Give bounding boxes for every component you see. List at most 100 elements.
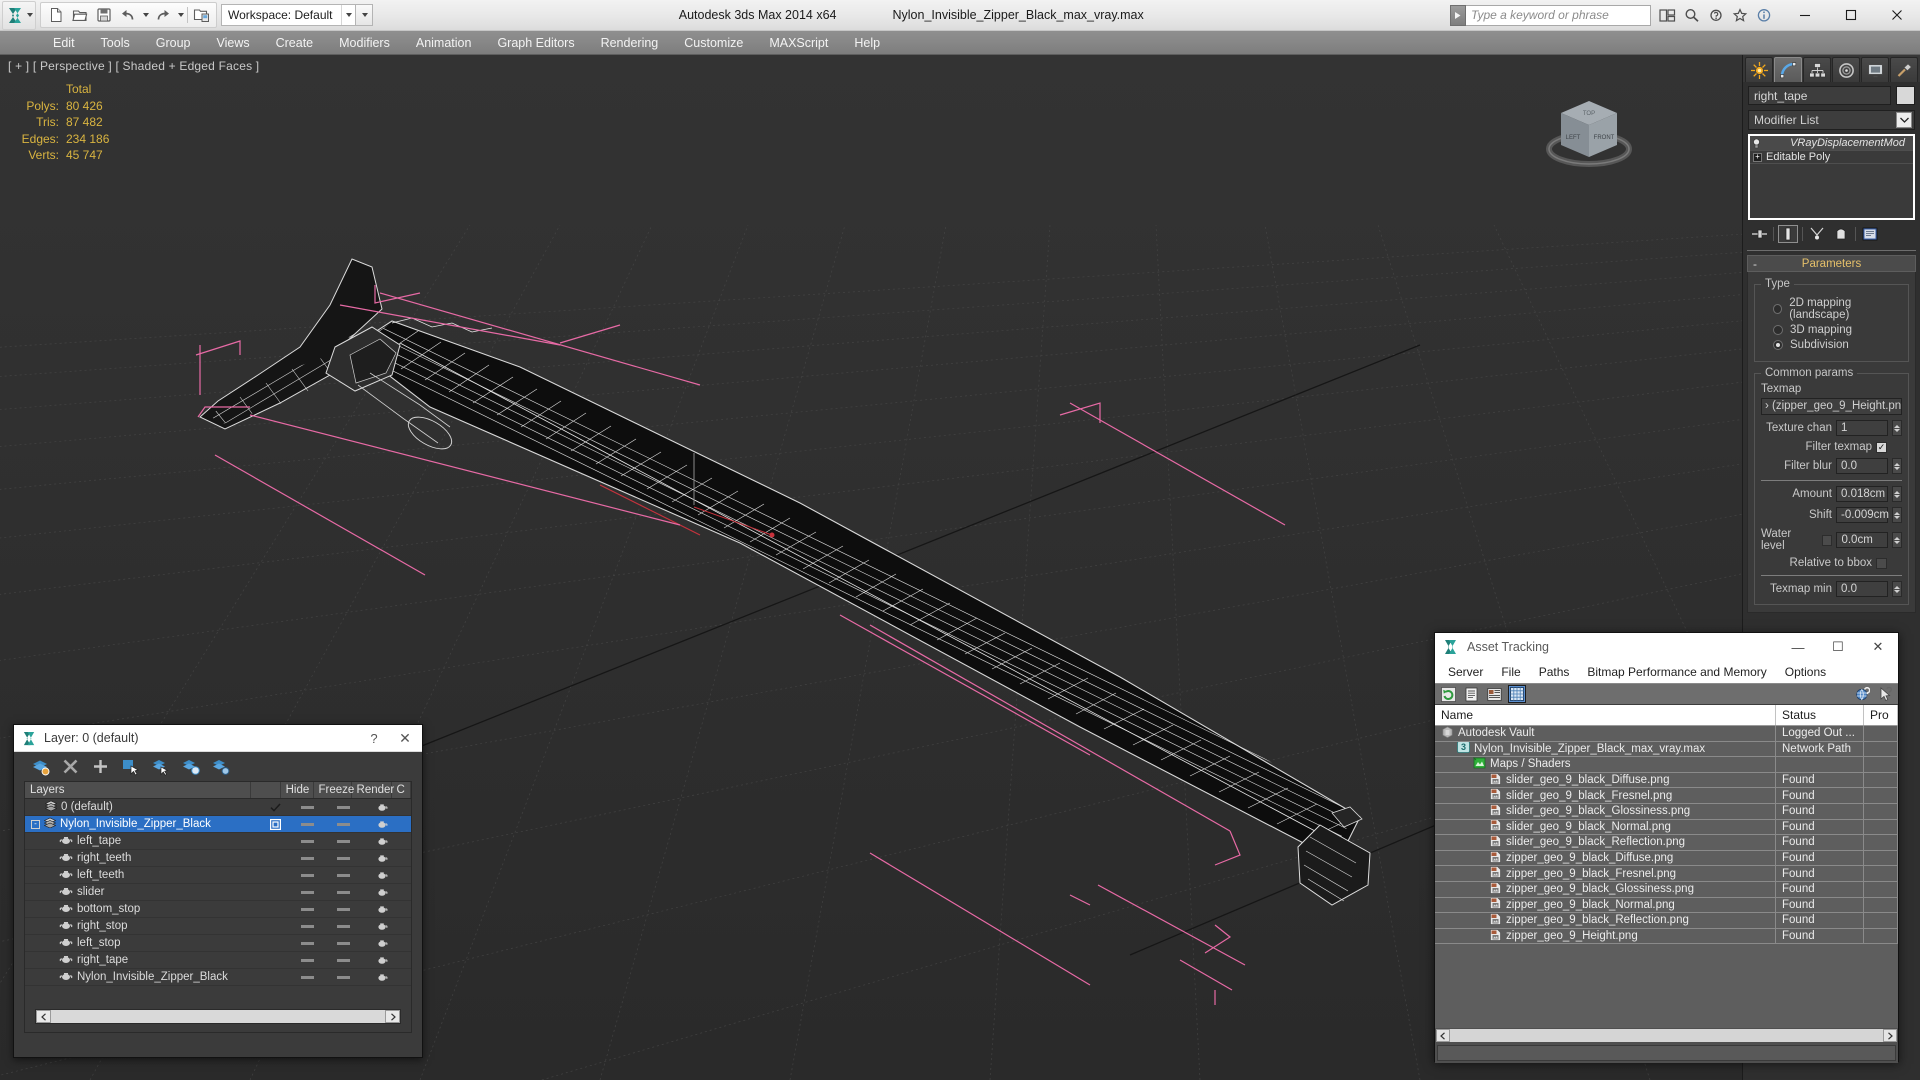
redo-dropdown-icon[interactable] [175, 4, 185, 26]
layer-dialog[interactable]: Layer: 0 (default) ? ✕ Layers Hide Freez… [13, 724, 423, 1058]
layer-render-toggle[interactable] [362, 972, 402, 982]
asset-name-cell[interactable]: zipper_geo_9_black_Fresnel.png [1435, 866, 1776, 881]
redo-icon[interactable] [151, 4, 174, 26]
motion-tab[interactable] [1832, 57, 1860, 82]
close-button[interactable] [1874, 0, 1920, 31]
save-file-icon[interactable] [92, 4, 115, 26]
layer-hide-toggle[interactable] [290, 805, 324, 809]
field-value[interactable]: 0.0 [1836, 458, 1888, 474]
hierarchy-tab[interactable] [1803, 57, 1831, 82]
radio-icon-selected[interactable] [1773, 340, 1783, 350]
list-view-icon[interactable] [1462, 685, 1480, 703]
layer-hide-toggle[interactable] [290, 890, 324, 894]
layer-name-cell[interactable]: left_tape [25, 835, 260, 848]
layer-name-cell[interactable]: right_teeth [25, 852, 260, 865]
layer-render-toggle[interactable] [362, 887, 402, 897]
asset-name-cell[interactable]: slider_geo_9_black_Diffuse.png [1435, 772, 1776, 788]
layer-hide-toggle[interactable] [290, 856, 324, 860]
show-end-result-icon[interactable] [1778, 225, 1798, 243]
asset-row[interactable]: zipper_geo_9_black_Glossiness.png Found [1435, 881, 1898, 898]
layer-hide-toggle[interactable] [290, 941, 324, 945]
plus-expand-icon[interactable]: + [1753, 152, 1762, 162]
scrollbar-track[interactable] [51, 1010, 385, 1023]
scroll-left-icon[interactable] [36, 1010, 51, 1023]
remove-modifier-icon[interactable] [1831, 225, 1851, 243]
scroll-left-icon[interactable] [1436, 1029, 1450, 1042]
workspace-selector[interactable]: Workspace: Default [221, 4, 356, 26]
layer-name-cell[interactable]: 0 (default) [25, 800, 260, 814]
layer-render-toggle[interactable] [362, 853, 402, 863]
column-hide[interactable]: Hide [281, 782, 314, 798]
layer-freeze-toggle[interactable] [324, 924, 362, 928]
layer-freeze-toggle[interactable] [324, 975, 362, 979]
undo-icon[interactable] [116, 4, 139, 26]
minimize-button[interactable] [1782, 0, 1828, 31]
layer-freeze-toggle[interactable] [324, 958, 362, 962]
menu-item-maxscript[interactable]: MAXScript [756, 33, 841, 53]
layer-row[interactable]: left_tape [25, 833, 411, 850]
layer-name-cell[interactable]: Nylon_Invisible_Zipper_Black [25, 971, 260, 984]
menu-item-views[interactable]: Views [203, 33, 262, 53]
layer-name-cell[interactable]: right_stop [25, 920, 260, 933]
checkbox-checked-icon[interactable]: ✓ [1876, 441, 1887, 453]
layer-row[interactable]: Nylon_Invisible_Zipper_Black [25, 969, 411, 986]
asset-row[interactable]: slider_geo_9_black_Diffuse.png Found [1435, 772, 1898, 789]
asset-name-cell[interactable]: zipper_geo_9_black_Reflection.png [1435, 913, 1776, 928]
menu-item-modifiers[interactable]: Modifiers [326, 33, 403, 53]
asset-name-cell[interactable]: Maps / Shaders [1435, 757, 1776, 772]
asset-row[interactable]: Maps / Shaders [1435, 757, 1898, 773]
scrollbar-track[interactable] [1450, 1029, 1883, 1042]
radio-3d-mapping[interactable]: 3D mapping [1773, 324, 1902, 336]
layer-name-cell[interactable]: left_stop [25, 937, 260, 950]
layer-render-toggle[interactable] [362, 904, 402, 914]
parameters-rollout-header[interactable]: - Parameters [1747, 255, 1916, 272]
layer-freeze-toggle[interactable] [324, 873, 362, 877]
info-icon[interactable] [1753, 5, 1774, 26]
help-circle-icon[interactable] [1705, 5, 1726, 26]
column-render[interactable]: Render [352, 782, 394, 798]
layer-row[interactable]: right_tape [25, 952, 411, 969]
scroll-right-icon[interactable] [1883, 1029, 1897, 1042]
layer-row[interactable]: - Nylon_Invisible_Zipper_Black [25, 816, 411, 833]
menu-item-rendering[interactable]: Rendering [588, 33, 672, 53]
spinner-icon[interactable] [1892, 420, 1902, 436]
asset-name-cell[interactable]: zipper_geo_9_black_Normal.png [1435, 897, 1776, 913]
pin-stack-icon[interactable] [1749, 225, 1769, 243]
spinner-icon[interactable] [1892, 486, 1902, 502]
help-globe-icon[interactable] [1853, 685, 1871, 703]
menu-item-graph-editors[interactable]: Graph Editors [484, 33, 587, 53]
asset-row[interactable]: zipper_geo_9_black_Fresnel.png Found [1435, 866, 1898, 882]
asset-row[interactable]: slider_geo_9_black_Fresnel.png Found [1435, 788, 1898, 804]
column-status[interactable]: Status [1776, 705, 1864, 725]
layer-render-toggle[interactable] [362, 870, 402, 880]
layer-hide-toggle[interactable] [290, 873, 324, 877]
asset-row[interactable]: zipper_geo_9_Height.png Found [1435, 928, 1898, 945]
layer-list-hscrollbar[interactable] [35, 1009, 401, 1024]
workspace-chevron-icon[interactable] [340, 5, 355, 25]
layer-render-toggle[interactable] [362, 921, 402, 931]
asset-row[interactable]: 3 Nylon_Invisible_Zipper_Black_max_vray.m… [1435, 741, 1898, 758]
asset-name-cell[interactable]: slider_geo_9_black_Reflection.png [1435, 835, 1776, 850]
context-help-icon[interactable] [1876, 685, 1894, 703]
layer-row[interactable]: left_stop [25, 935, 411, 952]
asset-hscrollbar[interactable] [1435, 1028, 1898, 1043]
undo-dropdown-icon[interactable] [140, 4, 150, 26]
modifier-list-dropdown[interactable]: Modifier List [1748, 110, 1915, 130]
field-value[interactable]: 0.0cm [1836, 532, 1889, 548]
asset-minimize-button[interactable]: — [1778, 633, 1818, 661]
layer-hide-toggle[interactable] [290, 839, 324, 843]
radio-subdivision[interactable]: Subdivision [1773, 339, 1902, 351]
open-file-icon[interactable] [68, 4, 91, 26]
layer-name-cell[interactable]: right_tape [25, 954, 260, 967]
workspace-dropdown-button[interactable] [355, 4, 373, 26]
texmap-value-field[interactable]: › (zipper_geo_9_Height.png) [1761, 398, 1902, 415]
layer-dialog-close-button[interactable]: ✕ [388, 730, 422, 747]
view-cube-body[interactable] [1561, 101, 1617, 157]
asset-row[interactable]: slider_geo_9_black_Reflection.png Found [1435, 835, 1898, 851]
search-tool-icon[interactable] [1681, 5, 1702, 26]
layer-name-cell[interactable]: left_teeth [25, 869, 260, 882]
layer-name-cell[interactable]: - Nylon_Invisible_Zipper_Black [25, 817, 260, 831]
asset-name-cell[interactable]: slider_geo_9_black_Glossiness.png [1435, 803, 1776, 819]
column-name[interactable]: Name [1435, 705, 1776, 725]
layer-name-cell[interactable]: slider [25, 886, 260, 899]
